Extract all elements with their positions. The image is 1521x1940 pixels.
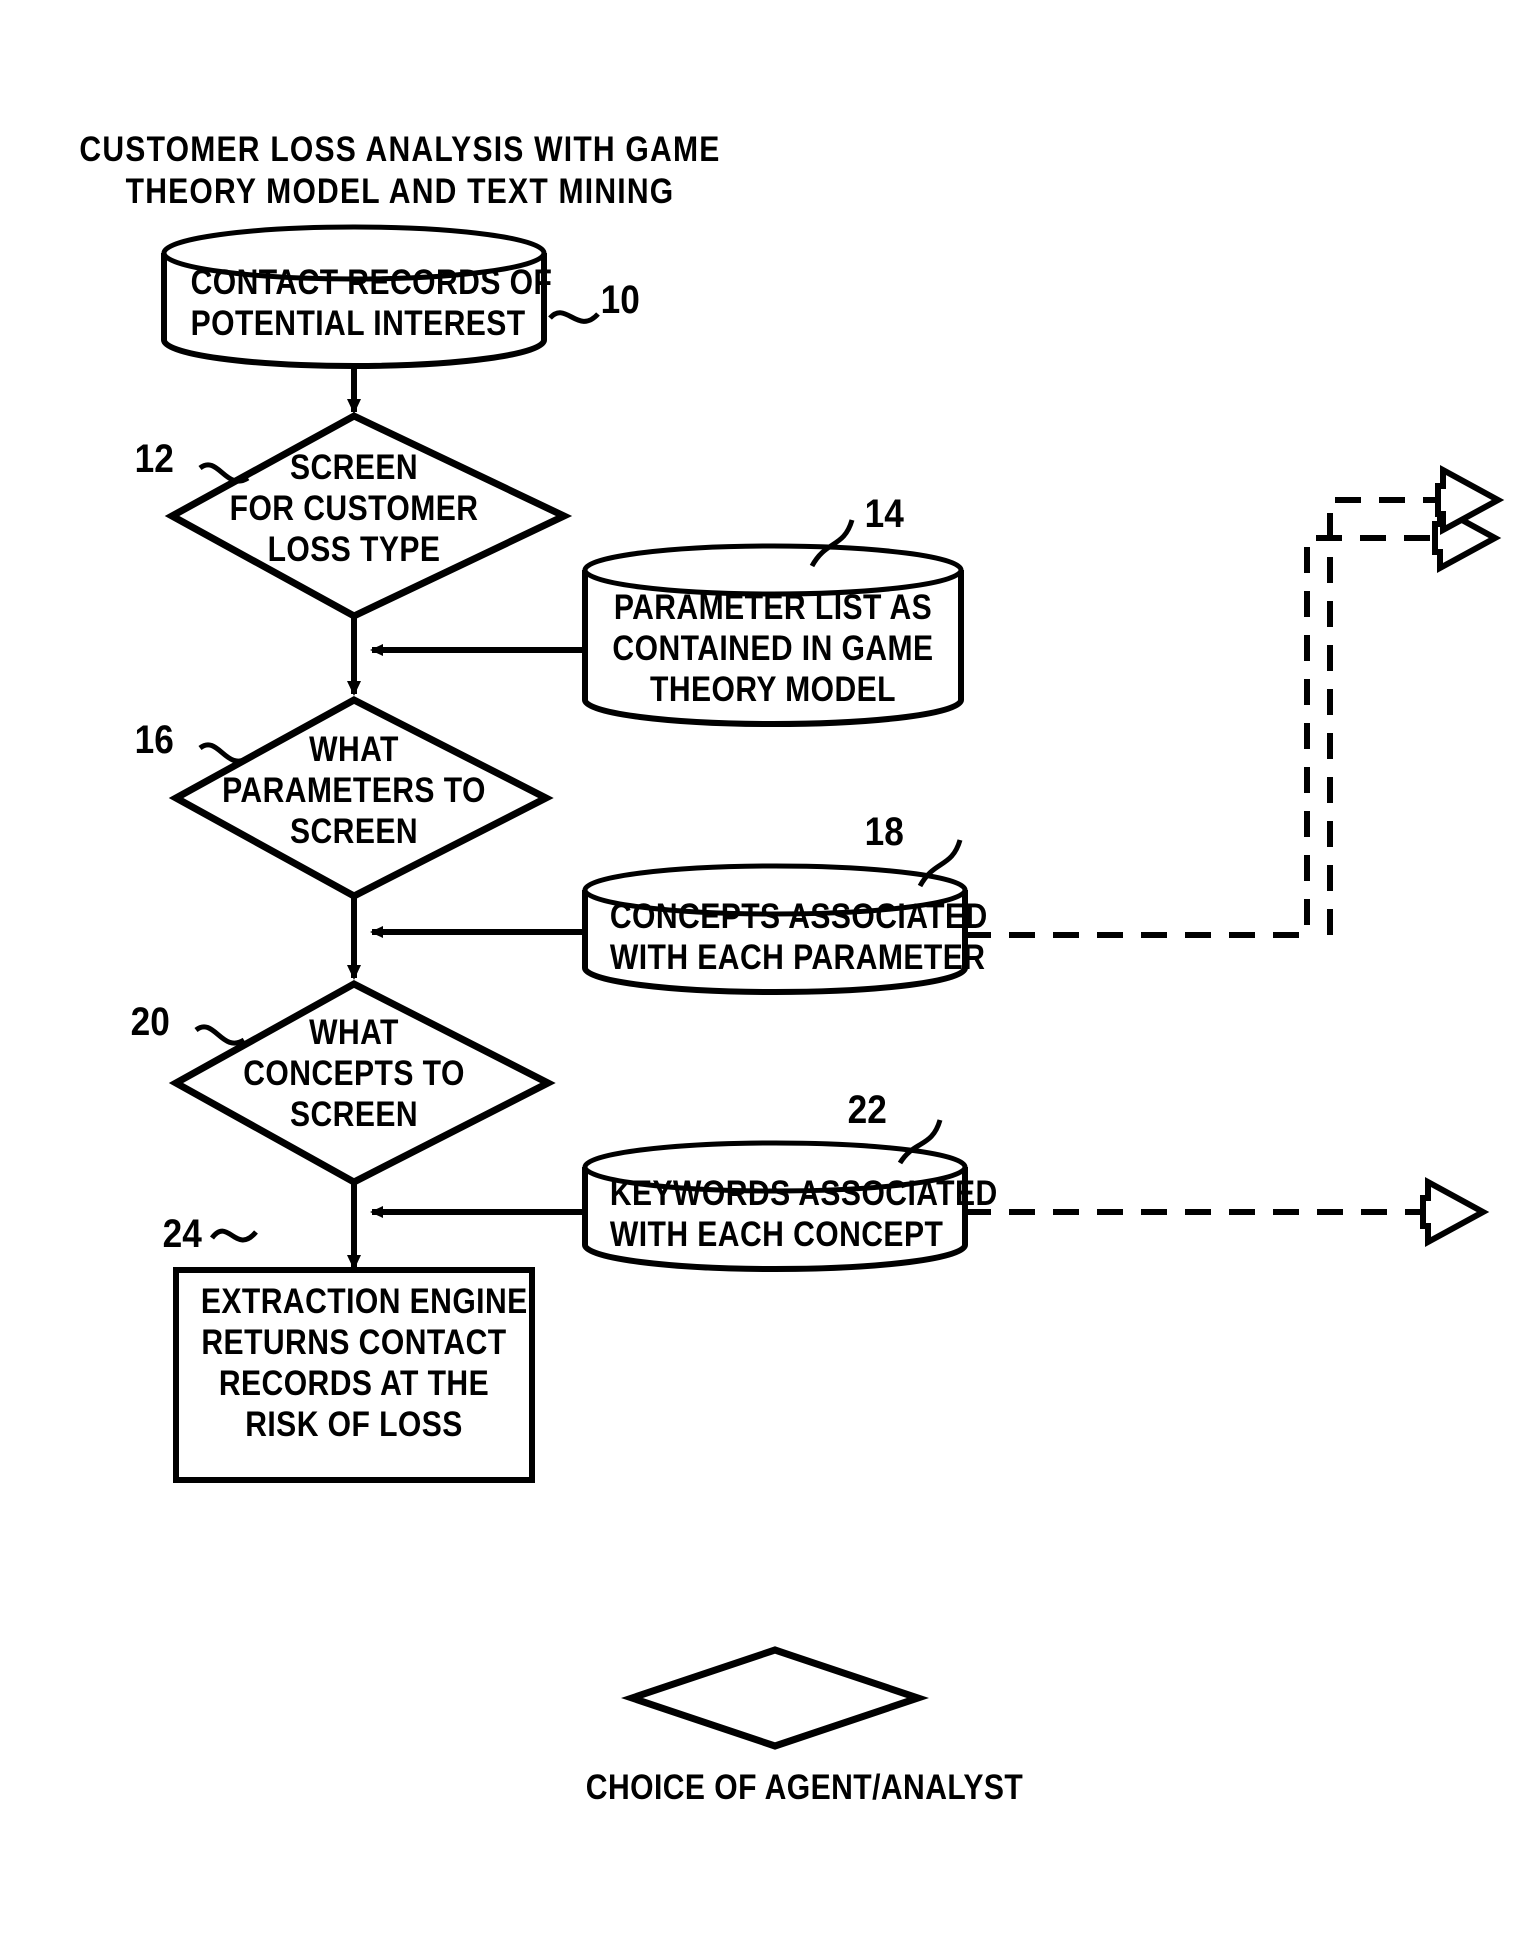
node-extraction-engine-line4: RISK OF LOSS	[245, 1405, 463, 1444]
node-contact-records-line1: CONTACT RECORDS OF	[190, 263, 553, 302]
leader-line-24	[209, 1228, 258, 1243]
feedback-path-concepts	[965, 535, 1445, 938]
node-what-parameters-line2: PARAMETERS TO	[222, 771, 486, 810]
node-extraction-engine-line1: EXTRACTION ENGINE	[200, 1282, 528, 1321]
node-what-concepts-line1: WHAT	[309, 1013, 399, 1052]
ref-number-12: 12	[134, 437, 174, 481]
node-keywords-associated-line2: WITH EACH CONCEPT	[609, 1215, 944, 1254]
figure-title-line1: CUSTOMER LOSS ANALYSIS WITH GAME	[79, 130, 721, 169]
node-contact-records-line2: POTENTIAL INTEREST	[190, 304, 526, 343]
legend-diamond-label: CHOICE OF AGENT/ANALYST	[585, 1768, 1024, 1807]
node-concepts-associated-line2: WITH EACH PARAMETER	[609, 938, 986, 977]
ref-number-20: 20	[130, 1000, 170, 1044]
node-parameter-list-line1: PARAMETER LIST AS	[613, 588, 933, 627]
ref-number-18: 18	[864, 810, 904, 854]
feedback-path-concepts-outer	[1327, 497, 1448, 935]
node-parameter-list-line2: CONTAINED IN GAME	[612, 629, 934, 668]
node-extraction-engine-line2: RETURNS CONTACT	[201, 1323, 507, 1362]
leader-line-10	[548, 310, 600, 324]
node-parameter-list-line3: THEORY MODEL	[650, 670, 896, 709]
node-what-parameters-line3: SCREEN	[289, 812, 419, 851]
figure-title-line2: THEORY MODEL AND TEXT MINING	[125, 172, 675, 211]
node-concepts-associated-line1: CONCEPTS ASSOCIATED	[609, 897, 988, 936]
ref-number-14: 14	[864, 492, 904, 536]
node-keywords-associated-line1: KEYWORDS ASSOCIATED	[609, 1174, 998, 1213]
ref-number-22: 22	[847, 1088, 887, 1132]
open-arrowhead-bottom	[1420, 1176, 1490, 1248]
node-screen-loss-type-line2: FOR CUSTOMER	[229, 489, 479, 528]
node-screen-loss-type-line1: SCREEN	[289, 448, 419, 487]
patent-figure-page: CUSTOMER LOSS ANALYSIS WITH GAME THEORY …	[0, 0, 1521, 1940]
ref-number-10: 10	[600, 278, 640, 322]
node-screen-loss-type-line3: LOSS TYPE	[267, 530, 441, 569]
ref-number-16: 16	[134, 718, 174, 762]
node-what-concepts-line2: CONCEPTS TO	[243, 1054, 465, 1093]
node-what-parameters-line1: WHAT	[309, 730, 399, 769]
node-extraction-engine-line3: RECORDS AT THE	[218, 1364, 490, 1403]
legend-diamond-shape	[621, 1646, 929, 1750]
node-what-concepts-line3: SCREEN	[289, 1095, 419, 1134]
ref-number-24: 24	[162, 1212, 202, 1256]
